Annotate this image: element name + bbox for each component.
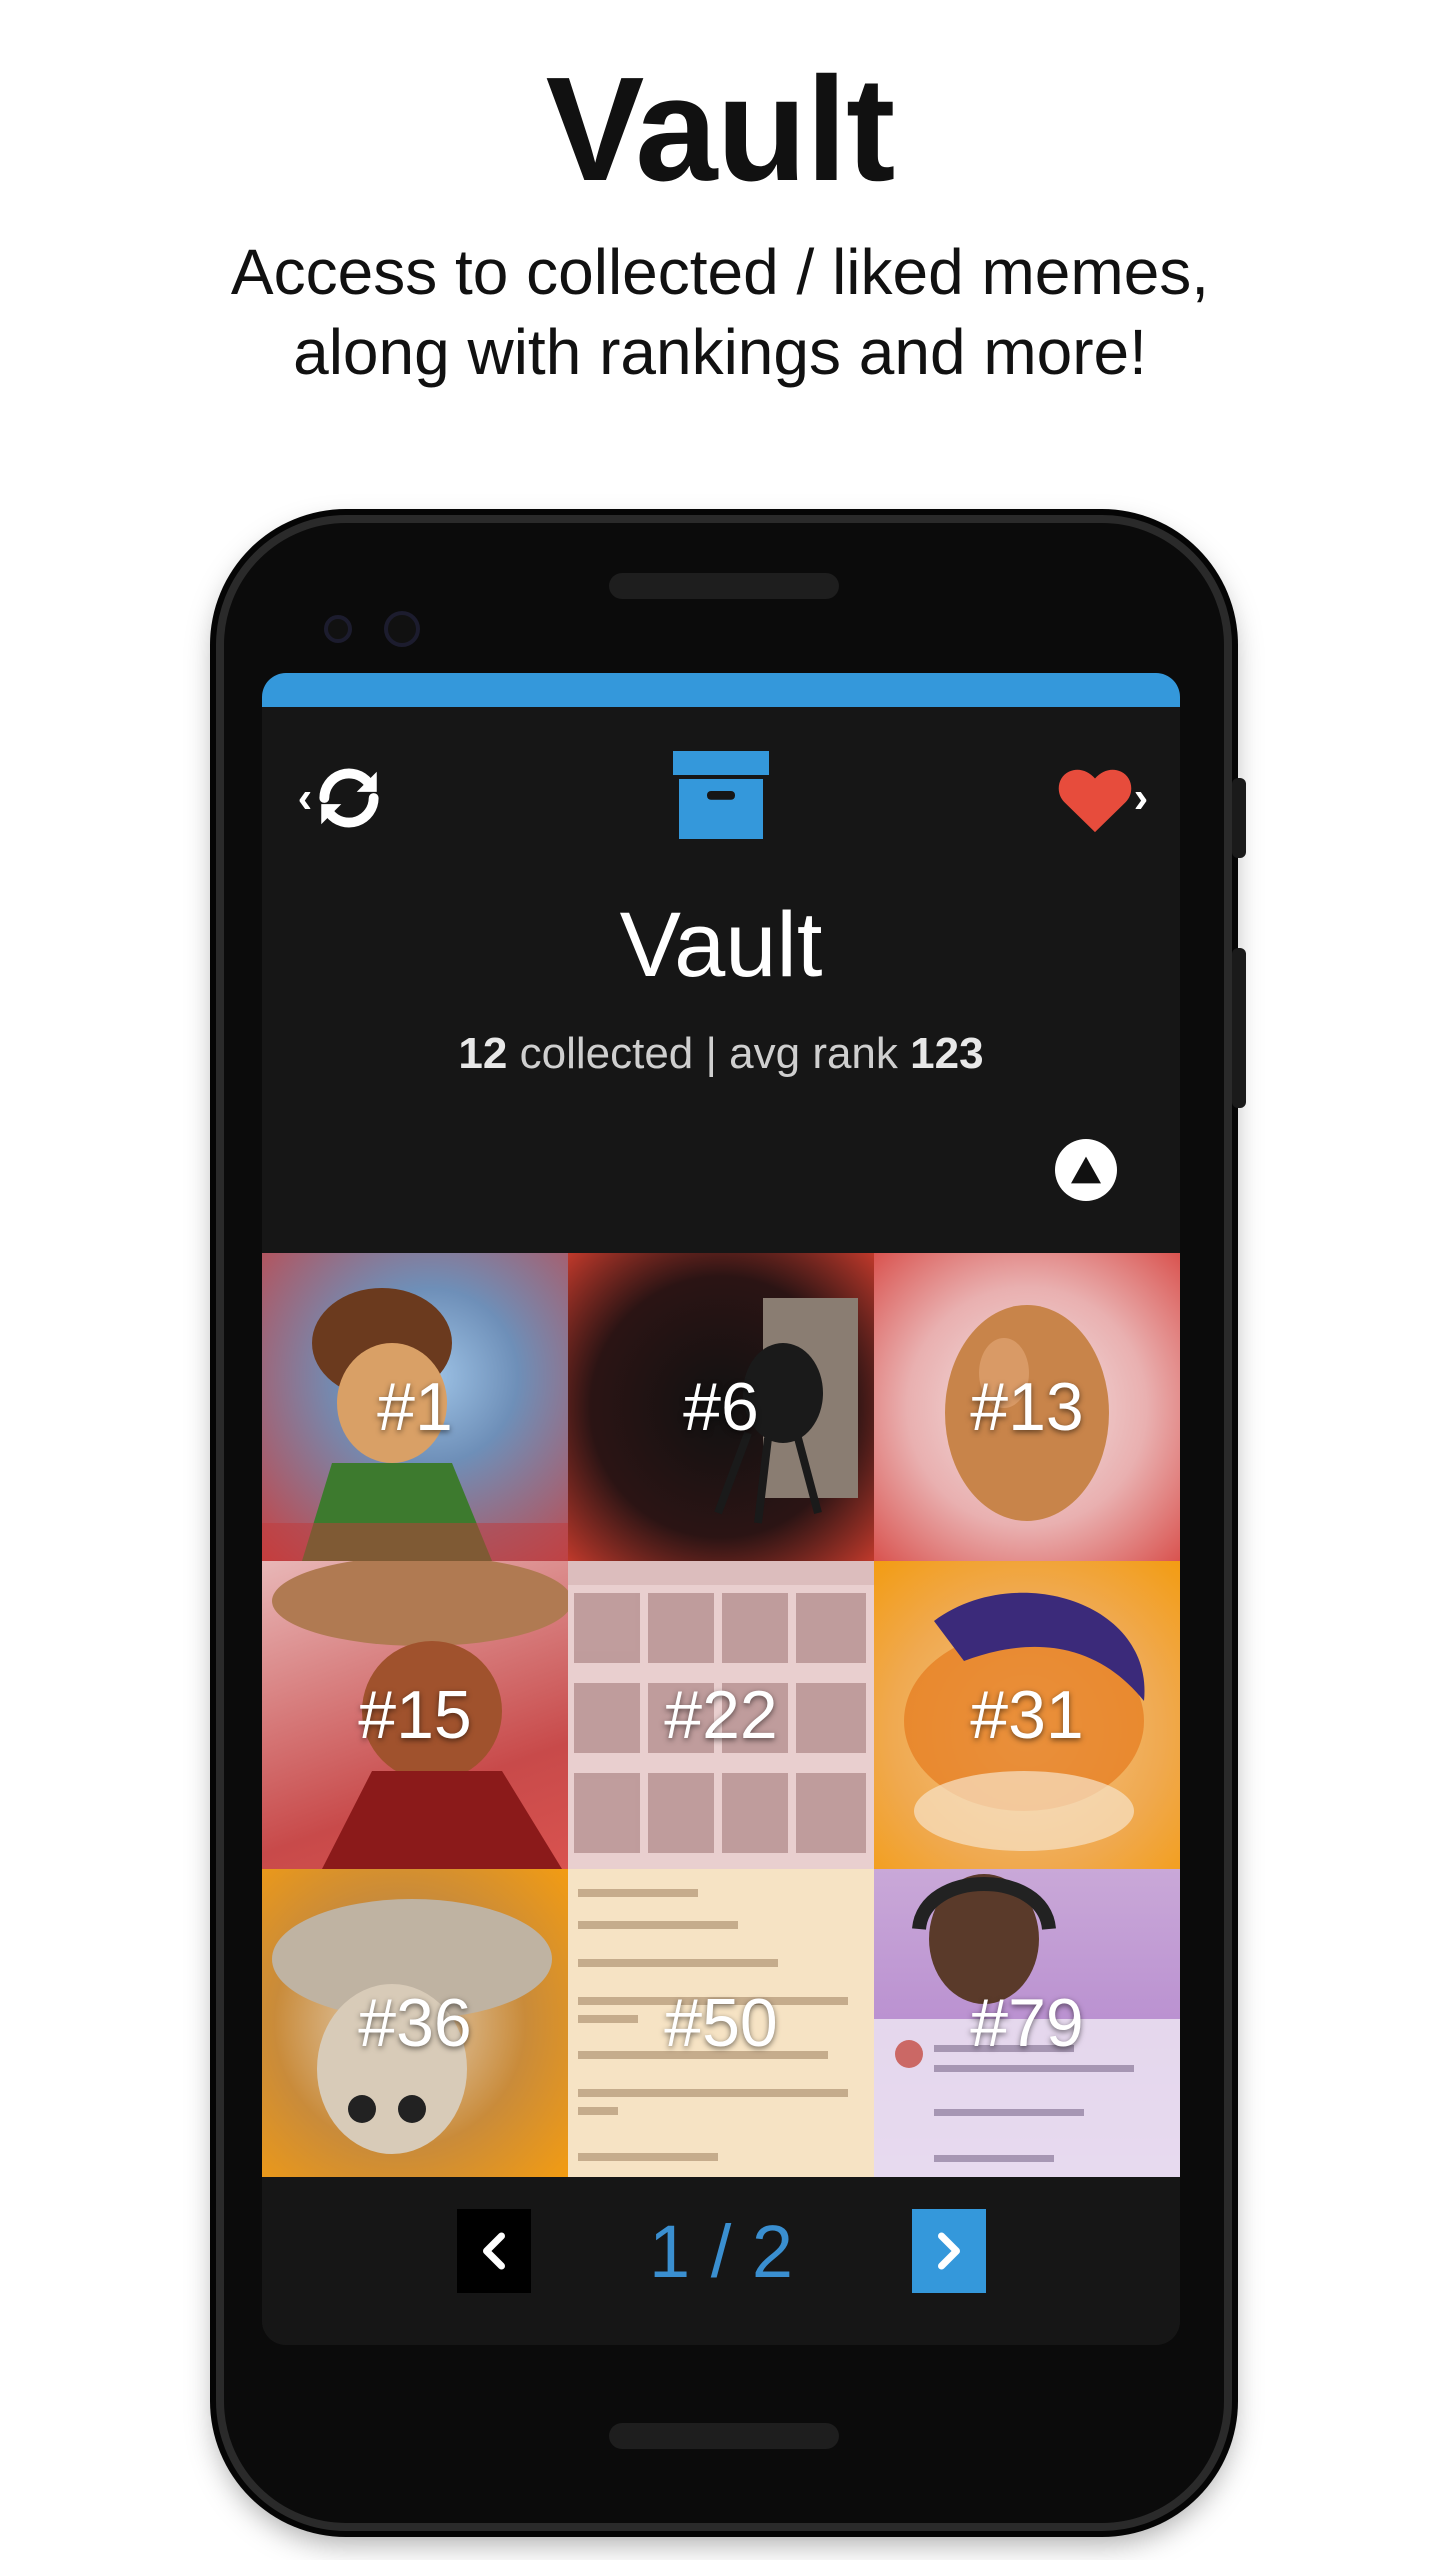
volume-button [1232,948,1246,1108]
meme-rank: #22 [664,1677,778,1753]
meme-tile[interactable]: #13 [874,1253,1180,1561]
archive-box-icon [673,751,769,839]
status-bar [262,673,1180,707]
vault-stats: 12 collected | avg rank 123 [262,1026,1180,1082]
meme-tile[interactable]: #79 [874,1869,1180,2177]
promo-subtitle: Access to collected / liked memes, along… [0,232,1440,392]
vault-logo [667,741,775,849]
front-sensor [324,615,352,643]
next-page-button[interactable] [912,2209,986,2293]
promo-subtitle-line1: Access to collected / liked memes, [230,236,1210,308]
meme-rank: #50 [664,1985,778,2061]
meme-tile[interactable]: #36 [262,1869,568,2177]
triangle-up-icon [1071,1156,1101,1184]
meme-rank: #1 [377,1369,453,1445]
promo-subtitle-line2: along with rankings and more! [293,316,1147,388]
meme-rank: #36 [358,1985,472,2061]
chevron-right-icon [938,2232,960,2270]
meme-rank: #79 [970,1985,1084,2061]
meme-rank: #31 [970,1677,1084,1753]
earpiece-speaker [609,573,839,599]
chevron-right-icon: › [1133,773,1149,822]
refresh-icon [319,768,379,828]
front-camera [384,611,420,647]
collected-label: collected | avg rank [519,1029,898,1078]
heart-icon [1058,769,1131,833]
pagination-bar: 1 / 2 [262,2177,1180,2345]
bottom-speaker [609,2423,839,2449]
meme-tile[interactable]: #22 [568,1561,874,1869]
meme-rank: #13 [970,1369,1084,1445]
chevron-left-icon [483,2232,505,2270]
meme-tile[interactable]: #6 [568,1253,874,1561]
screen-title: Vault [619,894,823,996]
promo-title: Vault [545,47,896,212]
previous-page-button[interactable] [457,2209,531,2293]
meme-rank: #6 [683,1369,759,1445]
liked-button[interactable]: › [1042,753,1162,843]
refresh-button[interactable]: ‹ [282,753,402,843]
meme-tile[interactable]: #15 [262,1561,568,1869]
phone-frame: ‹ › Vault 12 collected | avg rank 123 #1… [216,515,1246,2531]
meme-tile[interactable]: #31 [874,1561,1180,1869]
collected-count: 12 [458,1029,508,1078]
scroll-up-button[interactable] [1055,1139,1117,1201]
power-button [1232,778,1246,858]
avg-rank-value: 123 [910,1029,984,1078]
meme-tile[interactable]: #50 [568,1869,874,2177]
meme-rank: #15 [358,1677,472,1753]
meme-grid: #1 #6 #13 #15 #22 #31 #36 #50 #79 [262,1253,1180,2177]
app-screen: ‹ › Vault 12 collected | avg rank 123 #1… [262,673,1180,2345]
page-indicator: 1 / 2 [649,2210,793,2293]
meme-tile[interactable]: #1 [262,1253,568,1561]
chevron-left-icon: ‹ [297,773,313,822]
